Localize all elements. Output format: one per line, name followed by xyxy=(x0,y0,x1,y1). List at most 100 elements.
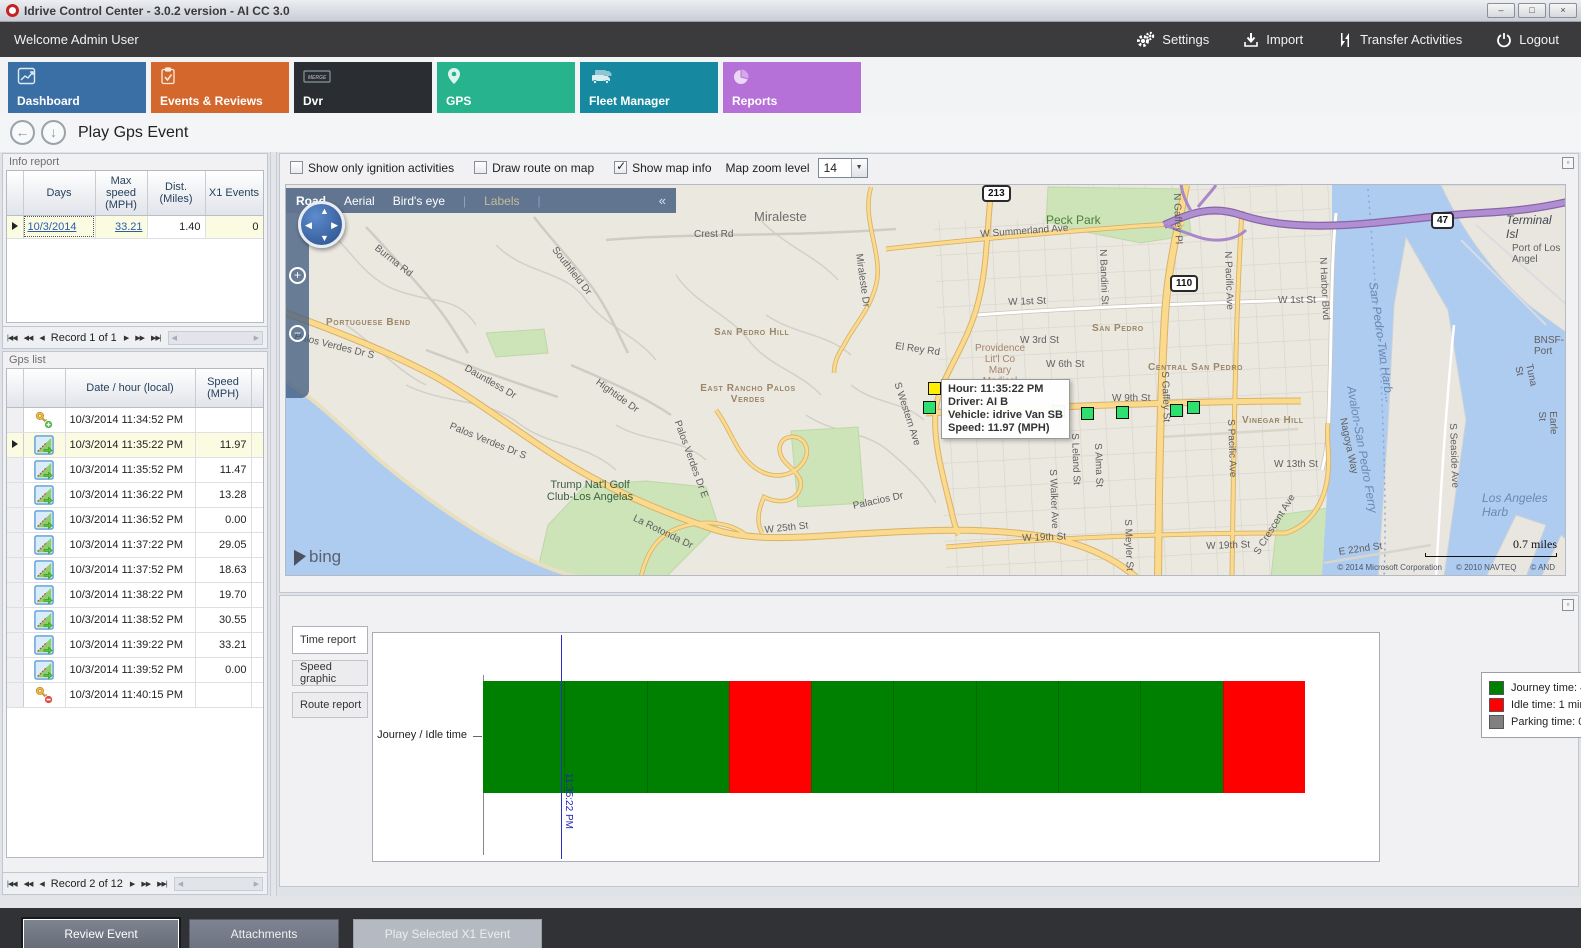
map-style-aerial[interactable]: Aerial xyxy=(344,194,375,208)
checkbox-show-only-ignition-activities[interactable]: Show only ignition activities xyxy=(290,161,454,175)
map-panel-collapse-icon[interactable]: ▫ xyxy=(1562,157,1574,169)
settings-icon xyxy=(1135,31,1155,49)
info-column-header[interactable]: Max speed (MPH) xyxy=(95,171,147,215)
gps-row[interactable]: 10/3/2014 11:35:22 PM 11.97 xyxy=(7,432,264,457)
gps-marker-icon[interactable] xyxy=(923,401,936,414)
max-speed-link[interactable]: 33.21 xyxy=(115,221,143,233)
prev-record-button[interactable]: ◀ xyxy=(39,334,43,342)
tab-route-report[interactable]: Route report xyxy=(292,692,368,718)
prev-page-button[interactable]: ◀◀ xyxy=(24,334,33,342)
next-record-button[interactable]: ▶ xyxy=(124,334,128,342)
fleet-icon xyxy=(589,67,613,88)
play-selected-x1-event-button[interactable]: Play Selected X1 Event xyxy=(353,919,542,948)
collapse-header-button[interactable]: ↓ xyxy=(41,120,66,145)
time-report-chart: Journey / Idle time 11:35:22 PM Journey … xyxy=(372,632,1380,862)
gps-row[interactable]: 10/3/2014 11:40:15 PM xyxy=(7,682,264,707)
tab-time-report[interactable]: Time report xyxy=(292,626,368,654)
map-scale-label: 0.7 miles xyxy=(1513,537,1557,551)
record-scrollbar[interactable]: ◀▶ xyxy=(168,331,263,345)
gps-datetime: 10/3/2014 11:36:22 PM xyxy=(65,482,195,507)
gps-datetime: 10/3/2014 11:37:22 PM xyxy=(65,532,195,557)
welcome-text: Welcome Admin User xyxy=(0,32,139,47)
chart-panel-collapse-icon[interactable]: ▫ xyxy=(1562,599,1574,611)
menu-transfer-activities[interactable]: Transfer Activities xyxy=(1337,32,1462,48)
record-scrollbar[interactable]: ◀▶ xyxy=(174,877,263,891)
gps-row[interactable]: 10/3/2014 11:37:52 PM 18.63 xyxy=(7,557,264,582)
menu-import[interactable]: Import xyxy=(1243,32,1303,48)
map-controls: Show only ignition activities Draw route … xyxy=(280,154,1578,178)
gps-row[interactable]: 10/3/2014 11:36:22 PM 13.28 xyxy=(7,482,264,507)
info-report-row[interactable]: 10/3/2014 33.21 1.40 0 xyxy=(7,215,263,238)
gps-point-icon xyxy=(23,457,65,482)
gps-row[interactable]: 10/3/2014 11:39:22 PM 33.21 xyxy=(7,632,264,657)
prev-record-button[interactable]: ◀ xyxy=(39,880,43,888)
gps-row[interactable]: 10/3/2014 11:35:52 PM 11.47 xyxy=(7,457,264,482)
tab-speed-graphic[interactable]: Speed graphic xyxy=(292,660,368,686)
map-style-bird-s-eye[interactable]: Bird's eye xyxy=(393,194,445,208)
zoom-in-button[interactable]: + xyxy=(289,267,306,284)
close-button[interactable]: × xyxy=(1549,3,1577,18)
review-event-button[interactable]: Review Event xyxy=(23,919,179,948)
checkbox-show-map-info[interactable]: Show map info xyxy=(614,161,711,175)
map-pan-control[interactable]: ▲▼ ◀▶ xyxy=(298,201,345,248)
tab-dashboard[interactable]: Dashboard xyxy=(8,62,146,113)
map-bar-collapse-button[interactable]: « xyxy=(659,193,666,208)
gps-row[interactable]: 10/3/2014 11:38:52 PM 30.55 xyxy=(7,607,264,632)
tab-fleet-manager[interactable]: Fleet Manager xyxy=(580,62,718,113)
gps-marker-icon[interactable] xyxy=(1116,406,1129,419)
gps-row[interactable]: 10/3/2014 11:38:22 PM 19.70 xyxy=(7,582,264,607)
checkbox-draw-route-on-map[interactable]: Draw route on map xyxy=(474,161,594,175)
zoom-out-button[interactable]: − xyxy=(289,325,306,342)
map-zoom-select[interactable]: 14▼ xyxy=(818,158,868,178)
gps-row[interactable]: 10/3/2014 11:36:52 PM 0.00 xyxy=(7,507,264,532)
menu-settings[interactable]: Settings xyxy=(1135,31,1209,49)
page-title: Play Gps Event xyxy=(78,124,188,142)
next-page-button[interactable]: ▶▶ xyxy=(135,334,144,342)
gps-row[interactable]: 10/3/2014 11:37:22 PM 29.05 xyxy=(7,532,264,557)
maximize-button[interactable]: □ xyxy=(1518,3,1546,18)
map-scale-bar xyxy=(1425,553,1557,557)
first-record-button[interactable]: |◀◀ xyxy=(7,334,17,342)
next-page-button[interactable]: ▶▶ xyxy=(141,880,150,888)
gps-point-icon xyxy=(23,557,65,582)
prev-page-button[interactable]: ◀◀ xyxy=(24,880,33,888)
last-record-button[interactable]: ▶▶| xyxy=(157,880,167,888)
import-icon xyxy=(1243,32,1259,48)
attachments-button[interactable]: Attachments xyxy=(189,919,339,948)
map[interactable]: MiralesteMiraleste DrBurma RdSouthfield … xyxy=(285,184,1566,576)
chevron-down-icon: ▼ xyxy=(851,159,867,177)
gps-column-header[interactable]: Speed (MPH) xyxy=(195,369,251,407)
day-link[interactable]: 10/3/2014 xyxy=(28,221,77,233)
gps-point-icon xyxy=(23,657,65,682)
map-style-labels[interactable]: Labels xyxy=(484,194,519,208)
transfer-icon xyxy=(1337,32,1353,48)
tab-events-reviews[interactable]: Events & Reviews xyxy=(151,62,289,113)
bar-segment-idle xyxy=(1223,681,1305,793)
gps-speed: 11.47 xyxy=(195,457,251,482)
gps-marker-icon[interactable] xyxy=(1170,404,1183,417)
info-column-header[interactable]: Days xyxy=(23,171,95,215)
menu-logout[interactable]: Logout xyxy=(1496,32,1559,48)
info-column-header[interactable]: Dist. (Miles) xyxy=(147,171,205,215)
tab-reports[interactable]: Reports xyxy=(723,62,861,113)
minimize-button[interactable]: – xyxy=(1487,3,1515,18)
event-marker-icon[interactable] xyxy=(928,382,941,395)
back-button[interactable]: ← xyxy=(10,120,35,145)
current-row-arrow-icon xyxy=(12,222,18,230)
gps-point-icon xyxy=(23,632,65,657)
gps-marker-icon[interactable] xyxy=(1081,407,1094,420)
gps-marker-icon[interactable] xyxy=(1187,401,1200,414)
info-column-header[interactable]: X1 Events xyxy=(205,171,263,215)
gps-speed: 13.28 xyxy=(195,482,251,507)
gps-point-icon xyxy=(23,607,65,632)
last-record-button[interactable]: ▶▶| xyxy=(151,334,161,342)
gps-column-header[interactable]: Date / hour (local) xyxy=(65,369,195,407)
first-record-button[interactable]: |◀◀ xyxy=(7,880,17,888)
gps-row[interactable]: 10/3/2014 11:39:52 PM 0.00 xyxy=(7,657,264,682)
tab-gps[interactable]: GPS xyxy=(437,62,575,113)
tab-dvr[interactable]: MERGEDvr xyxy=(294,62,432,113)
gps-point-icon xyxy=(23,532,65,557)
vertical-splitter[interactable] xyxy=(270,152,277,896)
next-record-button[interactable]: ▶ xyxy=(130,880,134,888)
gps-row[interactable]: 10/3/2014 11:34:52 PM xyxy=(7,407,264,432)
